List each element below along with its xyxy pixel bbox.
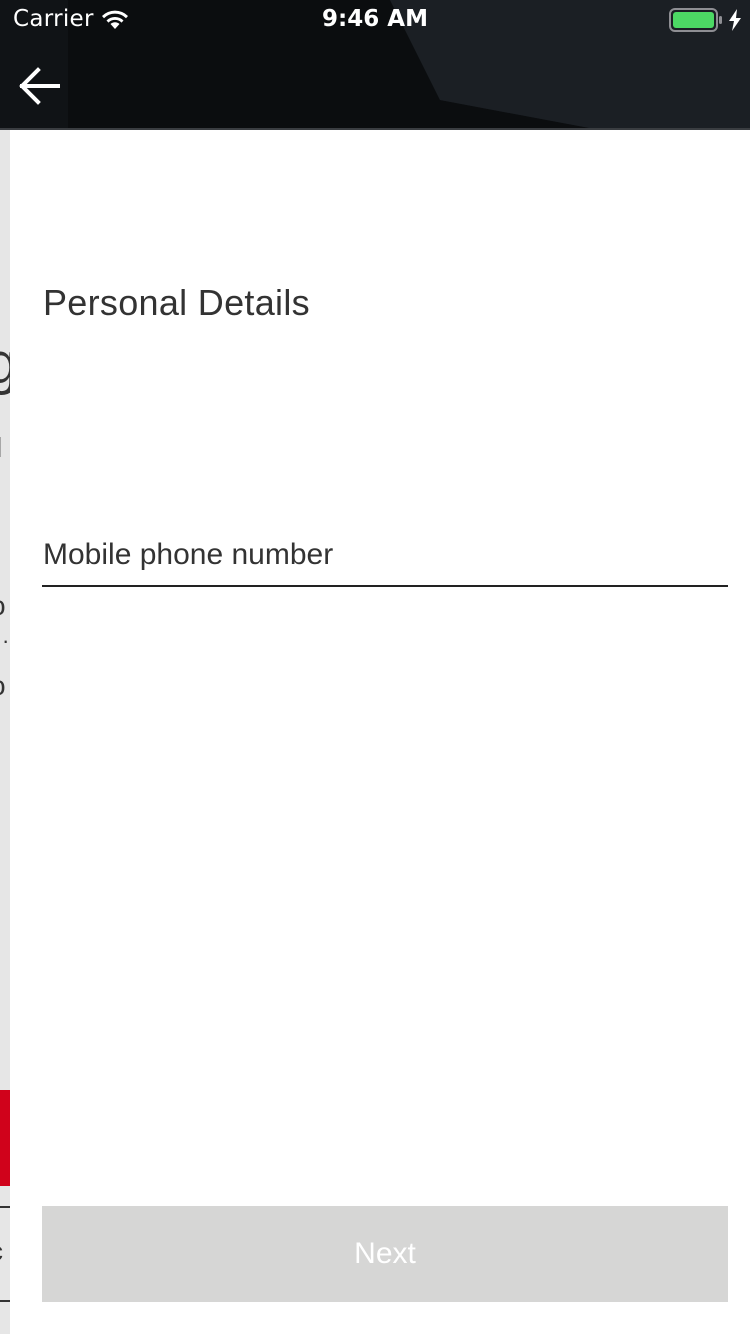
back-button[interactable] (10, 58, 68, 114)
nav-header: Carrier 9:46 AM (0, 0, 750, 130)
mobile-phone-field[interactable] (42, 515, 728, 587)
screen: Carrier 9:46 AM g l o (0, 0, 750, 1334)
peek-red-button (0, 1090, 10, 1186)
battery-full-icon (669, 8, 722, 32)
peek-glyph: l (0, 432, 2, 464)
peek-glyph: o (0, 590, 6, 622)
peek-glyph: g (0, 330, 10, 397)
peek-glyph: c (0, 1236, 3, 1267)
peek-glyph: o (0, 670, 6, 702)
page-title: Personal Details (43, 282, 310, 323)
next-button[interactable]: Next (42, 1206, 728, 1302)
charging-bolt-icon (729, 9, 741, 31)
status-time: 9:46 AM (322, 6, 428, 32)
peek-divider (0, 1206, 10, 1208)
peek-divider (0, 1300, 10, 1302)
previous-screen-peek: g l o · o c (0, 130, 10, 1334)
arrow-left-icon (19, 67, 60, 105)
personal-details-form: Personal Details Next (10, 130, 750, 1334)
peek-glyph: · (2, 628, 10, 653)
status-bar: Carrier 9:46 AM (0, 0, 750, 40)
